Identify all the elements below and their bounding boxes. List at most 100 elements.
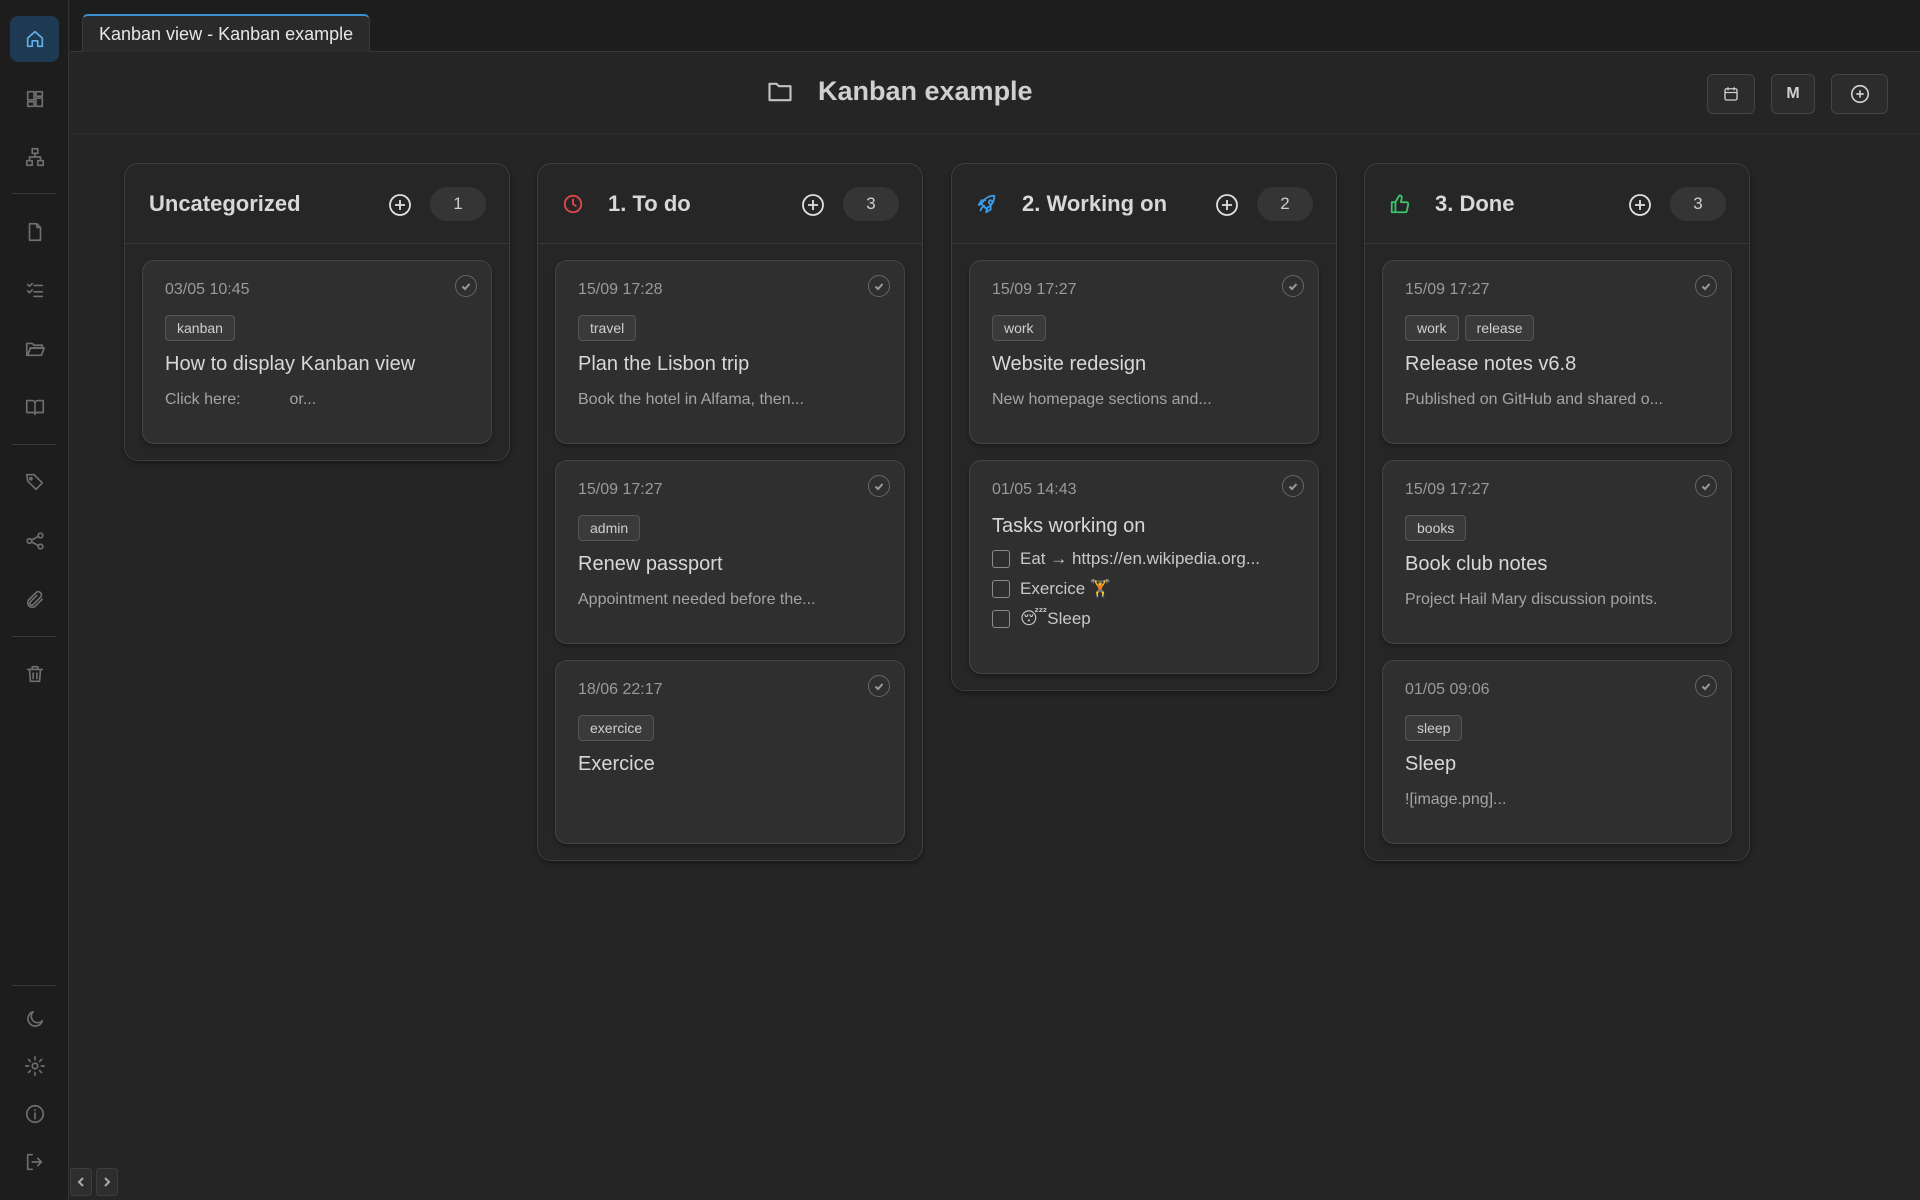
checkbox[interactable] <box>992 610 1010 628</box>
checklist-icon[interactable] <box>10 267 59 313</box>
note-card[interactable]: 01/05 14:43 Tasks working on Eat → https… <box>969 460 1319 674</box>
note-card[interactable]: 15/09 17:27 work release Release notes v… <box>1382 260 1732 444</box>
check-circle-icon[interactable] <box>868 275 890 297</box>
tag-badge[interactable]: books <box>1405 515 1467 541</box>
page-header: Kanban example M <box>70 52 1920 134</box>
note-card[interactable]: 18/06 22:17 exercice Exercice <box>555 660 905 844</box>
check-circle-icon[interactable] <box>1695 475 1717 497</box>
calendar-icon <box>1724 87 1738 101</box>
check-circle-icon[interactable] <box>1282 475 1304 497</box>
card-preview: Appointment needed before the... <box>578 591 816 608</box>
chevron-right-icon[interactable] <box>96 1168 118 1196</box>
checklist-item[interactable]: Exercice 🏋 <box>992 579 1296 599</box>
checklist-item-label: 😴Sleep <box>1020 609 1091 628</box>
note-card[interactable]: 15/09 17:28 travel Plan the Lisbon trip … <box>555 260 905 444</box>
add-card-button[interactable] <box>801 193 825 217</box>
markdown-button[interactable]: M <box>1771 74 1815 114</box>
tab-bar: Kanban view - Kanban example <box>70 0 1920 52</box>
note-card[interactable]: 03/05 10:45 kanban How to display Kanban… <box>142 260 492 444</box>
card-preview: Click here: or... <box>165 391 317 408</box>
sitemap-icon[interactable] <box>10 134 59 180</box>
card-title: Exercice <box>578 753 655 775</box>
tag-badge[interactable]: work <box>1405 315 1459 341</box>
check-circle-icon[interactable] <box>1695 275 1717 297</box>
check-circle-icon[interactable] <box>868 475 890 497</box>
add-card-button[interactable] <box>388 193 412 217</box>
tag-badge[interactable]: release <box>1464 315 1535 341</box>
logout-icon[interactable] <box>10 1139 59 1185</box>
check-circle-icon[interactable] <box>868 675 890 697</box>
check-circle-icon[interactable] <box>1695 675 1717 697</box>
tag-badge[interactable]: admin <box>578 515 641 541</box>
card-date: 01/05 09:06 <box>1405 681 1490 698</box>
checkbox[interactable] <box>992 550 1010 568</box>
tag-badge[interactable]: kanban <box>165 315 235 341</box>
card-title: Website redesign <box>992 353 1147 375</box>
add-note-button[interactable] <box>1831 74 1888 114</box>
card-tags: admin <box>578 515 882 541</box>
rocket-icon <box>976 193 998 215</box>
column-uncategorized: Uncategorized 1 03/05 10:45 kanban How t… <box>124 163 510 461</box>
settings-icon[interactable] <box>10 1043 59 1089</box>
column-count-badge: 3 <box>1670 187 1726 221</box>
plus-circle-icon <box>1629 194 1651 216</box>
trash-icon[interactable] <box>10 651 59 697</box>
check-circle-icon[interactable] <box>455 275 477 297</box>
sidebar-divider <box>12 636 56 637</box>
card-checklist: Eat → https://en.wikipedia.org... Exerci… <box>992 549 1296 647</box>
tag-badge[interactable]: work <box>992 315 1046 341</box>
card-list: 15/09 17:27 work Website redesign New ho… <box>952 244 1336 674</box>
tag-badge[interactable]: exercice <box>578 715 655 741</box>
tag-badge[interactable]: sleep <box>1405 715 1463 741</box>
column-title: Uncategorized <box>149 191 301 216</box>
column-title: 3. Done <box>1435 191 1515 216</box>
column-count-badge: 3 <box>843 187 899 221</box>
paperclip-icon[interactable] <box>10 577 59 623</box>
note-card[interactable]: 15/09 17:27 books Book club notes Projec… <box>1382 460 1732 644</box>
card-title: Tasks working on <box>992 515 1146 537</box>
column-count-badge: 2 <box>1257 187 1313 221</box>
checklist-item-label: Eat → https://en.wikipedia.org... <box>1020 549 1261 568</box>
card-list: 03/05 10:45 kanban How to display Kanban… <box>125 244 509 444</box>
card-preview: Book the hotel in Alfama, then... <box>578 391 804 408</box>
card-tags: kanban <box>165 315 469 341</box>
checkbox[interactable] <box>992 580 1010 598</box>
card-title: Sleep <box>1405 753 1457 775</box>
moon-icon[interactable] <box>10 996 59 1042</box>
thumbs-up-icon <box>1389 193 1411 215</box>
chevron-left-icon[interactable] <box>70 1168 92 1196</box>
tag-badge[interactable]: travel <box>578 315 637 341</box>
note-icon[interactable] <box>10 209 59 255</box>
check-circle-icon[interactable] <box>1282 275 1304 297</box>
note-card[interactable]: 15/09 17:27 work Website redesign New ho… <box>969 260 1319 444</box>
card-date: 15/09 17:27 <box>1405 481 1490 498</box>
card-preview: Published on GitHub and shared o... <box>1405 391 1663 408</box>
card-tags: sleep <box>1405 715 1709 741</box>
column-header: Uncategorized 1 <box>125 164 509 244</box>
folder-open-icon[interactable] <box>10 325 59 371</box>
clock-icon <box>562 193 584 215</box>
add-card-button[interactable] <box>1215 193 1239 217</box>
checklist-item[interactable]: Eat → https://en.wikipedia.org... <box>992 549 1296 569</box>
card-list: 15/09 17:28 travel Plan the Lisbon trip … <box>538 244 922 844</box>
note-card[interactable]: 01/05 09:06 sleep Sleep ![image.png]... <box>1382 660 1732 844</box>
checklist-item[interactable]: 😴Sleep <box>992 609 1296 629</box>
note-card[interactable]: 15/09 17:27 admin Renew passport Appoint… <box>555 460 905 644</box>
info-icon[interactable] <box>10 1091 59 1137</box>
sidebar-divider <box>12 985 56 986</box>
add-card-button[interactable] <box>1628 193 1652 217</box>
book-icon[interactable] <box>10 384 59 430</box>
tab-kanban-view[interactable]: Kanban view - Kanban example <box>82 14 371 52</box>
folder-icon <box>768 82 792 101</box>
share-icon[interactable] <box>10 518 59 564</box>
card-preview: New homepage sections and... <box>992 391 1212 408</box>
column-header: 3. Done 3 <box>1365 164 1749 244</box>
card-date: 15/09 17:28 <box>578 281 663 298</box>
home-icon[interactable] <box>10 16 59 62</box>
card-title: Plan the Lisbon trip <box>578 353 750 375</box>
calendar-button[interactable] <box>1707 74 1755 114</box>
card-preview: ![image.png]... <box>1405 791 1507 808</box>
dashboard-icon[interactable] <box>10 76 59 122</box>
column-todo: 1. To do 3 15/09 17:28 travel Plan the L… <box>537 163 923 861</box>
tags-icon[interactable] <box>10 459 59 505</box>
